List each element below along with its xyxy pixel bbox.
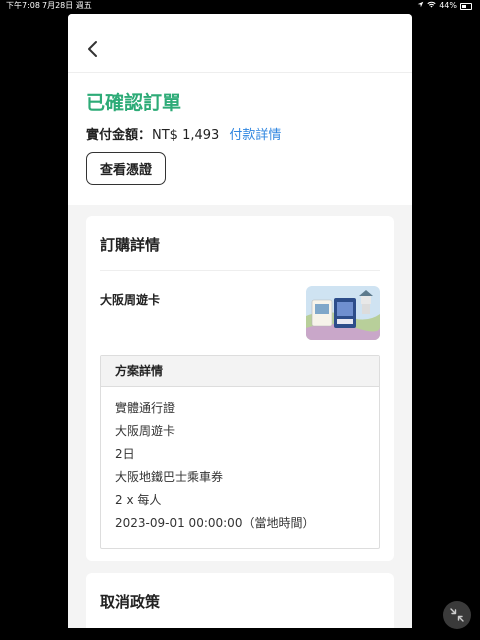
location-icon bbox=[417, 0, 424, 12]
card-divider bbox=[100, 270, 380, 271]
order-sheet: 已確認訂單 實付金額：NT$ 1,493 付款詳情 查看憑證 訂購詳情 大阪周遊卡 bbox=[68, 14, 412, 628]
plan-details-list: 實體通行證 大阪周遊卡 2日 大阪地鐵巴士乘車券 2 x 每人 2023-09-… bbox=[115, 400, 314, 538]
battery-icon bbox=[460, 2, 472, 10]
cancellation-policy-title: 取消政策 bbox=[100, 593, 161, 611]
collapse-arrows-icon bbox=[450, 608, 464, 622]
cancellation-policy-card: 取消政策 bbox=[86, 573, 394, 628]
view-voucher-button[interactable]: 查看憑證 bbox=[86, 152, 166, 185]
plan-item-ticket: 大阪地鐵巴士乘車券 bbox=[115, 470, 224, 484]
plan-details-box: 方案詳情 實體通行證 大阪周遊卡 2日 大阪地鐵巴士乘車券 2 x 每人 202… bbox=[100, 355, 380, 549]
product-name: 大阪周遊卡 bbox=[100, 293, 161, 307]
minimize-button[interactable] bbox=[443, 601, 471, 629]
back-button[interactable] bbox=[86, 40, 106, 62]
status-bar: 下午7:08 7月28日 週五 44% bbox=[0, 0, 480, 12]
status-date: 7月28日 週五 bbox=[42, 1, 92, 10]
chevron-left-icon bbox=[88, 41, 97, 57]
status-time: 下午7:08 bbox=[6, 1, 40, 10]
plan-item-duration: 2日 bbox=[115, 447, 135, 461]
plan-item-pass-type: 實體通行證 bbox=[115, 401, 176, 415]
order-status-title: 已確認訂單 bbox=[86, 92, 182, 114]
amount-label: 實付金額： bbox=[86, 128, 152, 143]
battery-percent: 44% bbox=[439, 1, 457, 10]
plan-item-quantity: 2 x 每人 bbox=[115, 493, 162, 507]
payment-details-link[interactable]: 付款詳情 bbox=[229, 128, 281, 143]
order-summary-panel: 已確認訂單 實付金額：NT$ 1,493 付款詳情 查看憑證 bbox=[68, 14, 412, 205]
status-right: 44% bbox=[417, 0, 472, 12]
order-details-card: 訂購詳情 大阪周遊卡 方案詳情 實體通行證 大阪周遊卡 2日 大阪地鐵巴士乘車券… bbox=[86, 216, 394, 561]
amount-value: NT$ 1,493 bbox=[152, 128, 220, 143]
wifi-icon bbox=[427, 0, 436, 12]
amount-row: 實付金額：NT$ 1,493 付款詳情 bbox=[86, 124, 281, 143]
order-details-title: 訂購詳情 bbox=[100, 236, 161, 254]
plan-item-product: 大阪周遊卡 bbox=[115, 424, 176, 438]
header-divider bbox=[68, 72, 412, 73]
product-image[interactable] bbox=[306, 286, 380, 340]
plan-item-date: 2023-09-01 00:00:00（當地時間） bbox=[115, 516, 315, 530]
plan-details-header: 方案詳情 bbox=[101, 356, 379, 387]
